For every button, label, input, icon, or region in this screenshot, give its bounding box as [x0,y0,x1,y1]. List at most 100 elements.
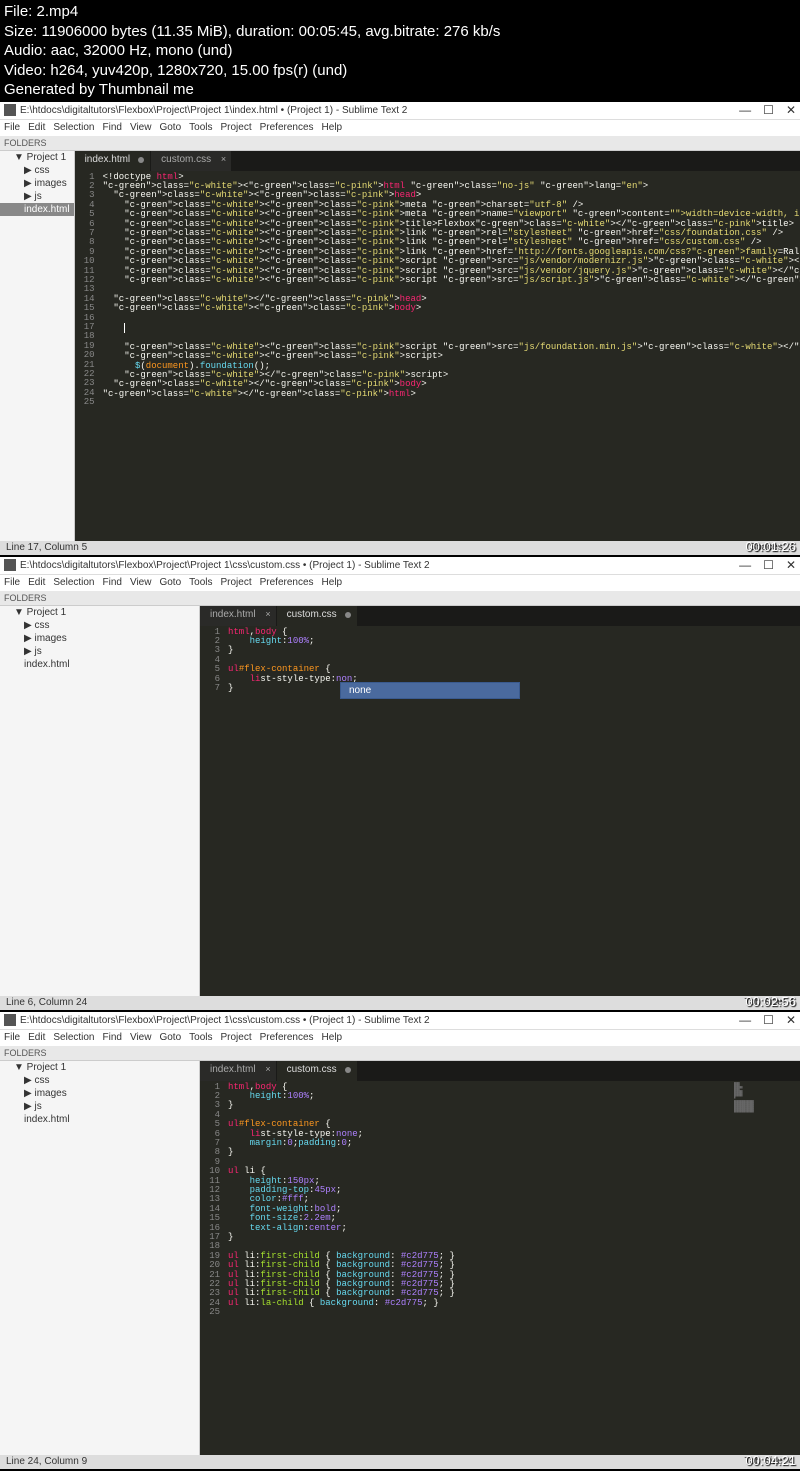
tab-custom[interactable]: custom.css [277,1061,357,1081]
tab-index[interactable]: index.html [75,151,151,171]
statusbar: Line 6, Column 24 Tab Size: 4 [0,996,800,1010]
folders-header: FOLDERS [0,591,800,606]
tab-bar: index.html× custom.css [200,606,800,626]
statusbar: Line 24, Column 9 Tab Size: 4 [0,1455,800,1469]
menu-file[interactable]: File [4,577,20,589]
window-title: E:\htdocs\digitaltutors\Flexbox\Project\… [20,560,739,571]
sidebar[interactable]: ▼ Project 1 ▶ css ▶ images ▶ js index.ht… [0,151,75,541]
menu-file[interactable]: File [4,1032,20,1044]
sidebar-item-js[interactable]: ▶ js [0,1100,199,1113]
menu-preferences[interactable]: Preferences [260,577,314,589]
minimap[interactable]: ████████████████████████████████████████… [730,1061,800,1455]
minimize-button[interactable]: — [739,1013,751,1027]
minimize-button[interactable]: — [739,103,751,117]
line-gutter: 1234567 [200,606,224,996]
maximize-button[interactable]: ☐ [763,103,774,117]
menu-project[interactable]: Project [221,577,252,589]
sidebar-item-js[interactable]: ▶ js [0,190,74,203]
editor[interactable]: index.html custom.css× 12345678910111213… [75,151,800,541]
menu-edit[interactable]: Edit [28,577,45,589]
menu-help[interactable]: Help [322,1032,343,1044]
menu-project[interactable]: Project [221,1032,252,1044]
menu-tools[interactable]: Tools [189,577,212,589]
unsaved-dot-icon [138,157,144,163]
sidebar-file-index[interactable]: index.html [0,203,74,216]
tab-index[interactable]: index.html× [200,1061,276,1081]
sidebar-item-js[interactable]: ▶ js [0,645,199,658]
code-area[interactable]: html,body { height:100%; } ul#flex-conta… [224,606,730,996]
menu-project[interactable]: Project [221,122,252,134]
sidebar-root[interactable]: ▼ Project 1 [0,151,74,164]
menu-edit[interactable]: Edit [28,1032,45,1044]
tab-custom[interactable]: custom.css× [151,151,231,171]
titlebar[interactable]: E:\htdocs\digitaltutors\Flexbox\Project\… [0,557,800,575]
close-button[interactable]: ✕ [786,1013,796,1027]
sidebar[interactable]: ▼ Project 1 ▶ css ▶ images ▶ js index.ht… [0,1061,200,1455]
sidebar[interactable]: ▼ Project 1 ▶ css ▶ images ▶ js index.ht… [0,606,200,996]
menu-preferences[interactable]: Preferences [260,1032,314,1044]
app-icon [4,104,16,116]
status-left: Line 17, Column 5 [6,542,87,554]
menu-view[interactable]: View [130,1032,152,1044]
menu-view[interactable]: View [130,577,152,589]
maximize-button[interactable]: ☐ [763,1013,774,1027]
sidebar-item-images[interactable]: ▶ images [0,1087,199,1100]
sidebar-file-index[interactable]: index.html [0,658,199,671]
sidebar-item-css[interactable]: ▶ css [0,164,74,177]
menu-edit[interactable]: Edit [28,122,45,134]
unsaved-dot-icon [345,612,351,618]
menu-tools[interactable]: Tools [189,1032,212,1044]
code-area[interactable]: html,body { height:100%; } ul#flex-conta… [224,1061,730,1455]
close-icon[interactable]: × [221,154,226,164]
sidebar-item-images[interactable]: ▶ images [0,177,74,190]
minimize-button[interactable]: — [739,558,751,572]
menu-goto[interactable]: Goto [159,1032,181,1044]
maximize-button[interactable]: ☐ [763,558,774,572]
menu-preferences[interactable]: Preferences [260,122,314,134]
menu-view[interactable]: View [130,122,152,134]
menu-file[interactable]: File [4,122,20,134]
sidebar-item-images[interactable]: ▶ images [0,632,199,645]
status-left: Line 6, Column 24 [6,997,87,1009]
folders-header: FOLDERS [0,136,800,151]
app-icon [4,559,16,571]
editor[interactable]: index.html× custom.css 1234567 html,body… [200,606,800,996]
window-3: E:\htdocs\digitaltutors\Flexbox\Project\… [0,1012,800,1469]
timestamp: 00:04:21 [745,1453,796,1468]
titlebar[interactable]: E:\htdocs\digitaltutors\Flexbox\Project\… [0,102,800,120]
menu-find[interactable]: Find [103,122,122,134]
menu-help[interactable]: Help [322,122,343,134]
menu-help[interactable]: Help [322,577,343,589]
menu-selection[interactable]: Selection [53,577,94,589]
close-icon[interactable]: × [265,609,270,619]
app-icon [4,1014,16,1026]
close-icon[interactable]: × [265,1064,270,1074]
close-button[interactable]: ✕ [786,103,796,117]
editor[interactable]: index.html× custom.css 12345678910111213… [200,1061,800,1455]
tab-custom[interactable]: custom.css [277,606,357,626]
menubar: File Edit Selection Find View Goto Tools… [0,575,800,591]
autocomplete-popup[interactable]: none [340,682,520,699]
menu-find[interactable]: Find [103,1032,122,1044]
menubar: File Edit Selection Find View Goto Tools… [0,1030,800,1046]
sidebar-root[interactable]: ▼ Project 1 [0,606,199,619]
sidebar-item-css[interactable]: ▶ css [0,1074,199,1087]
close-button[interactable]: ✕ [786,558,796,572]
menu-tools[interactable]: Tools [189,122,212,134]
menu-find[interactable]: Find [103,577,122,589]
menu-selection[interactable]: Selection [53,122,94,134]
sidebar-root[interactable]: ▼ Project 1 [0,1061,199,1074]
line-gutter: 1234567891011121314151617181920212223242… [200,1061,224,1455]
sidebar-file-index[interactable]: index.html [0,1113,199,1126]
minimap[interactable]: ██████████████████████████ [730,606,800,996]
menu-goto[interactable]: Goto [159,577,181,589]
sidebar-item-css[interactable]: ▶ css [0,619,199,632]
window-title: E:\htdocs\digitaltutors\Flexbox\Project\… [20,1015,739,1026]
menu-selection[interactable]: Selection [53,1032,94,1044]
code-area[interactable]: <!doctype html> "c-green">class="c-white… [99,151,800,541]
tab-index[interactable]: index.html× [200,606,276,626]
window-2: E:\htdocs\digitaltutors\Flexbox\Project\… [0,557,800,1010]
titlebar[interactable]: E:\htdocs\digitaltutors\Flexbox\Project\… [0,1012,800,1030]
menu-goto[interactable]: Goto [159,122,181,134]
status-left: Line 24, Column 9 [6,1456,87,1468]
